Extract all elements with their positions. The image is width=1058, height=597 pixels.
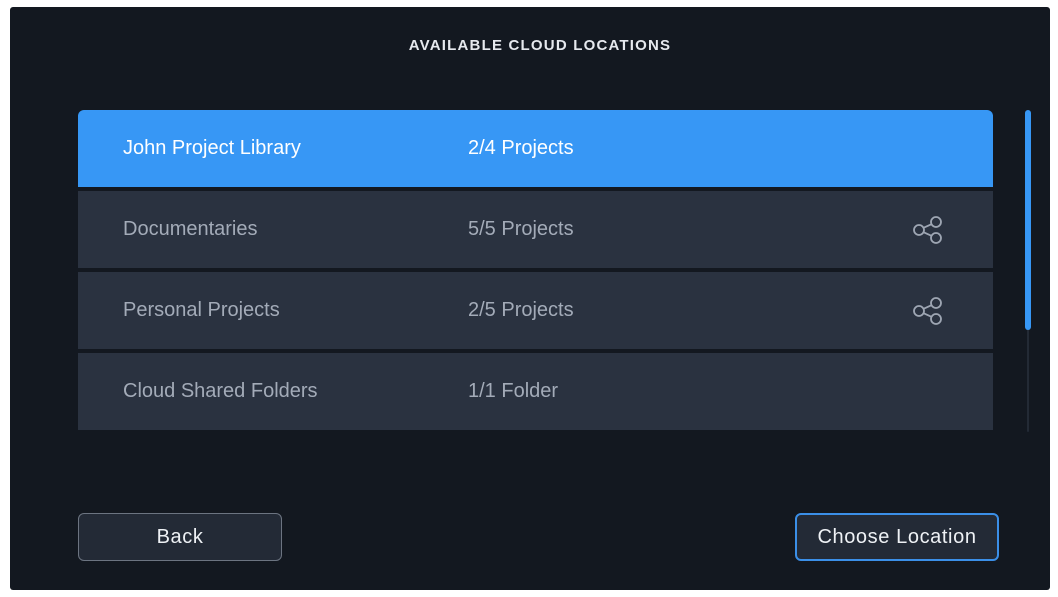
page-title: AVAILABLE CLOUD LOCATIONS bbox=[408, 37, 672, 54]
location-list: John Project Library 2/4 Projects Docume… bbox=[78, 110, 993, 432]
share-icon bbox=[913, 216, 942, 244]
location-name: John Project Library bbox=[123, 137, 301, 159]
location-row-personal-projects[interactable]: Personal Projects 2/5 Projects bbox=[78, 272, 993, 349]
location-row-documentaries[interactable]: Documentaries 5/5 Projects bbox=[78, 191, 993, 268]
location-row-cloud-shared-folders[interactable]: Cloud Shared Folders 1/1 Folder bbox=[78, 353, 993, 430]
cloud-locations-screen: AVAILABLE CLOUD LOCATIONS John Project L… bbox=[10, 7, 1050, 590]
location-row-john-project-library[interactable]: John Project Library 2/4 Projects bbox=[78, 110, 993, 187]
location-project-count: 2/4 Projects bbox=[468, 137, 574, 159]
choose-location-button[interactable]: Choose Location bbox=[795, 513, 999, 561]
back-button[interactable]: Back bbox=[78, 513, 282, 561]
location-project-count: 5/5 Projects bbox=[468, 218, 574, 240]
location-folder-count: 1/1 Folder bbox=[468, 380, 559, 402]
location-name: Cloud Shared Folders bbox=[123, 380, 318, 402]
location-name: Personal Projects bbox=[123, 299, 280, 321]
share-icon bbox=[913, 297, 942, 325]
scrollbar-thumb[interactable] bbox=[1025, 110, 1031, 330]
location-name: Documentaries bbox=[123, 218, 258, 240]
list-scrollbar[interactable] bbox=[1025, 110, 1031, 432]
location-project-count: 2/5 Projects bbox=[468, 299, 574, 321]
